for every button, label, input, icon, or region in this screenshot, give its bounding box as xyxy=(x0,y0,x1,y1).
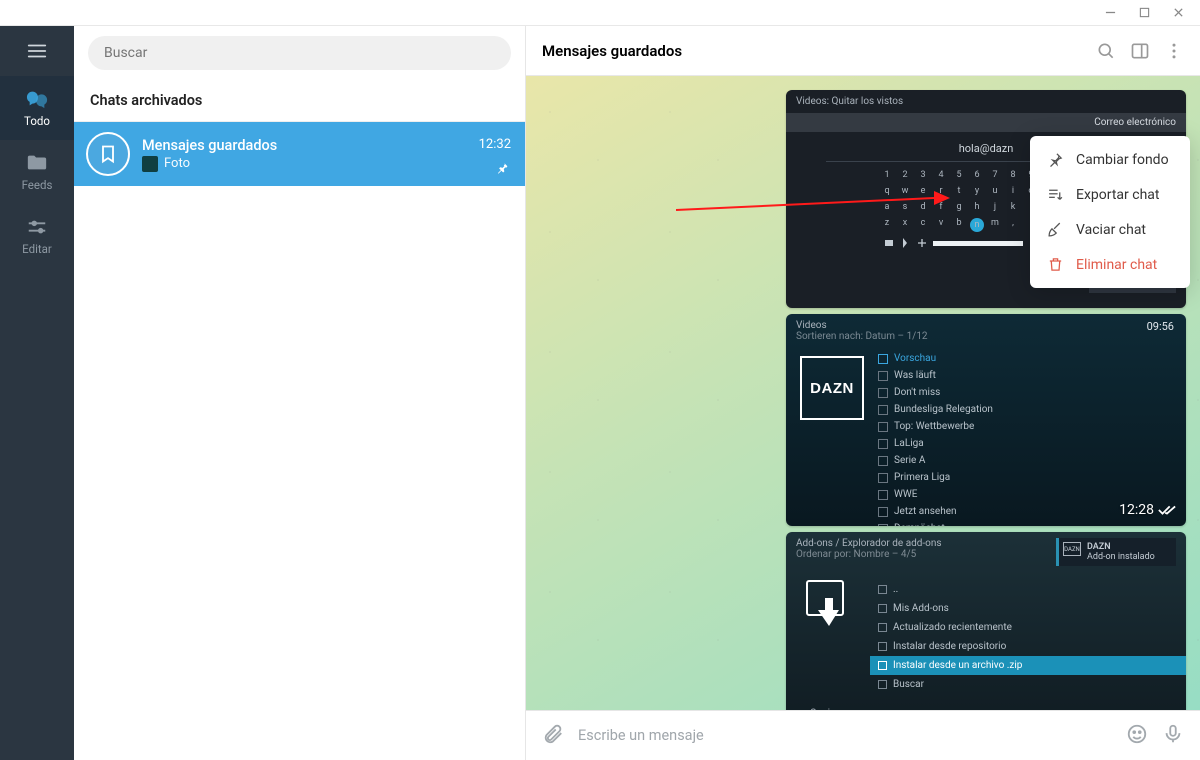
double-check-icon xyxy=(1158,504,1176,516)
message-image-dazn-menu[interactable]: 09:56 Videos Sortieren nach: Datum – 1/1… xyxy=(786,314,1186,526)
bookmark-icon xyxy=(98,143,118,165)
menu-clear-chat[interactable]: Vaciar chat xyxy=(1030,212,1190,247)
menu-label: Eliminar chat xyxy=(1076,257,1157,273)
menu-label: Exportar chat xyxy=(1076,187,1159,203)
rail-item-feeds[interactable]: Feeds xyxy=(0,140,74,204)
chat-title: Mensajes guardados xyxy=(142,137,467,154)
title-bar xyxy=(0,0,1200,26)
voice-button[interactable] xyxy=(1162,723,1184,749)
rail-item-todo[interactable]: Todo xyxy=(0,76,74,140)
compose-input[interactable]: Escribe un mensaje xyxy=(578,727,1112,744)
emoji-button[interactable] xyxy=(1126,723,1148,749)
header-more-button[interactable] xyxy=(1164,41,1184,61)
img1-header-band: Correo electrónico xyxy=(786,113,1186,132)
menu-change-background[interactable]: Cambiar fondo xyxy=(1030,142,1190,177)
hamburger-button[interactable] xyxy=(0,26,74,76)
conversation-title: Mensajes guardados xyxy=(542,42,1082,60)
rail-label: Editar xyxy=(0,242,74,256)
pin-icon xyxy=(1046,151,1064,168)
compose-bar: Escribe un mensaje xyxy=(526,710,1200,760)
rail-item-editar[interactable]: Editar xyxy=(0,204,74,268)
preview-thumb xyxy=(142,156,158,172)
export-icon xyxy=(1046,186,1064,203)
microphone-icon xyxy=(1162,723,1184,745)
pinned-icon xyxy=(495,162,509,176)
archived-header[interactable]: Chats archivados xyxy=(74,80,525,122)
minimize-button[interactable] xyxy=(1104,7,1116,19)
chat-preview: Foto xyxy=(164,156,190,171)
paperclip-icon xyxy=(542,723,564,745)
search-input[interactable] xyxy=(88,36,511,70)
chat-bubbles-icon xyxy=(25,88,49,110)
conversation-header: Mensajes guardados xyxy=(526,26,1200,76)
conversation-panel: Mensajes guardados Videos: Quitar los xyxy=(526,26,1200,760)
chat-row-saved-messages[interactable]: Mensajes guardados Foto 12:32 xyxy=(74,122,525,186)
chat-list-panel: Chats archivados Mensajes guardados Foto… xyxy=(74,26,526,760)
chat-time: 12:32 xyxy=(479,137,511,152)
zip-install-icon xyxy=(806,580,850,624)
attach-button[interactable] xyxy=(542,723,564,749)
conversation-body: Videos: Quitar los vistos Correo electró… xyxy=(526,76,1200,710)
sidebar-panel-icon xyxy=(1130,41,1150,61)
annotation-arrow xyxy=(676,190,950,214)
emoji-icon xyxy=(1126,723,1148,745)
app-shell: Todo Feeds Editar Chats archivados Mensa… xyxy=(0,26,1200,760)
nav-rail: Todo Feeds Editar xyxy=(0,26,74,760)
avatar xyxy=(86,132,130,176)
menu-icon xyxy=(26,40,48,62)
header-panel-button[interactable] xyxy=(1130,41,1150,61)
dots-vertical-icon xyxy=(1164,41,1184,61)
rail-label: Feeds xyxy=(0,178,74,192)
dazn-logo: DAZN xyxy=(800,356,864,420)
header-search-button[interactable] xyxy=(1096,41,1116,61)
broom-icon xyxy=(1046,221,1064,238)
menu-label: Vaciar chat xyxy=(1076,222,1146,238)
sliders-icon xyxy=(25,216,49,238)
menu-delete-chat[interactable]: Eliminar chat xyxy=(1030,247,1190,282)
folder-icon xyxy=(25,152,49,174)
search-icon xyxy=(1096,41,1116,61)
message-time: 12:28 xyxy=(1119,502,1154,518)
context-menu: Cambiar fondo Exportar chat Vaciar chat … xyxy=(1030,136,1190,288)
maximize-button[interactable] xyxy=(1138,7,1150,19)
message-image-addons[interactable]: 11:58 AM Add-ons / Explorador de add-ons… xyxy=(786,532,1186,710)
menu-export-chat[interactable]: Exportar chat xyxy=(1030,177,1190,212)
rail-label: Todo xyxy=(0,114,74,128)
close-button[interactable] xyxy=(1172,7,1184,19)
img1-subheader: Videos: Quitar los vistos xyxy=(786,90,1186,113)
trash-icon xyxy=(1046,256,1064,273)
install-toast: DAZN DAZN Add-on instalado xyxy=(1056,538,1176,566)
menu-label: Cambiar fondo xyxy=(1076,152,1169,168)
